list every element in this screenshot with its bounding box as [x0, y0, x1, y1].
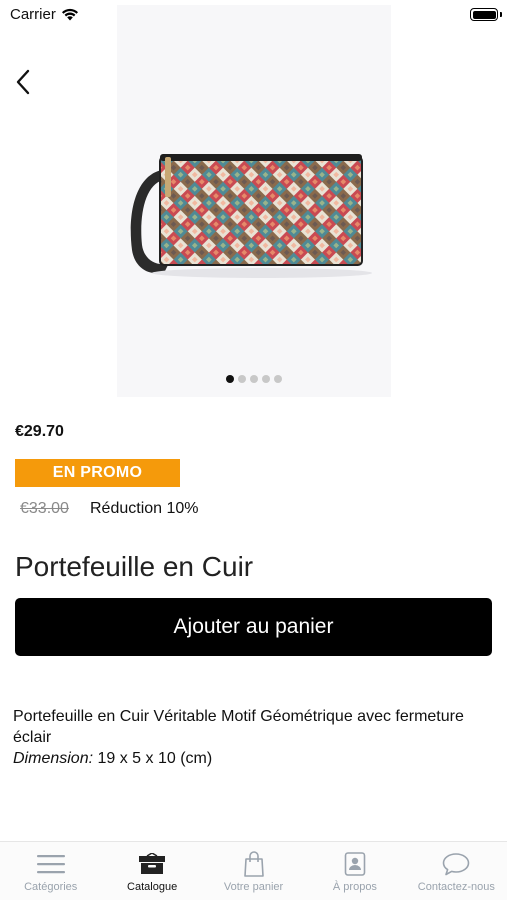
tab-about[interactable]: À propos [304, 842, 405, 900]
pager-dot[interactable] [237, 375, 246, 383]
discount-label: Réduction 10% [90, 500, 199, 517]
tab-contact[interactable]: Contactez-nous [406, 842, 507, 900]
pager-dot[interactable] [273, 375, 282, 383]
tab-cart[interactable]: Votre panier [203, 842, 304, 900]
pager-dot[interactable] [261, 375, 270, 383]
battery-tip [500, 12, 502, 17]
dimension-label: Dimension: [13, 750, 94, 767]
battery-icon [470, 8, 498, 21]
product-image[interactable] [117, 5, 391, 397]
tab-label: Catégories [24, 881, 78, 893]
tab-label: Catalogue [127, 881, 178, 893]
add-to-cart-button[interactable]: Ajouter au panier [15, 598, 492, 656]
tab-label: Votre panier [223, 881, 284, 893]
tab-categories[interactable]: Catégories [0, 842, 101, 900]
dimension-value: 19 x 5 x 10 (cm) [97, 750, 213, 767]
pager-dot[interactable] [225, 375, 234, 383]
menu-icon [36, 855, 65, 874]
shopping-bag-icon [243, 851, 264, 877]
wallet-photo [130, 154, 372, 278]
tab-catalogue[interactable]: Catalogue [101, 842, 202, 900]
old-price: €33.00 [20, 500, 69, 517]
back-button[interactable] [6, 65, 40, 99]
tab-label: À propos [332, 881, 377, 893]
promo-badge: EN PROMO [15, 459, 180, 487]
tab-bar: Catégories Catalogue Votre panier À prop… [0, 841, 507, 900]
chat-bubble-icon [443, 853, 470, 876]
dimension-row: Dimension: 19 x 5 x 10 (cm) [13, 748, 483, 769]
catalog-box-icon [139, 853, 166, 874]
product-description: Portefeuille en Cuir Véritable Motif Géo… [13, 706, 483, 769]
pager-dot[interactable] [249, 375, 258, 383]
image-pager[interactable] [0, 375, 507, 383]
chevron-left-icon [16, 69, 30, 95]
about-contact-icon [344, 852, 366, 876]
tab-label: Contactez-nous [417, 881, 495, 893]
description-text: Portefeuille en Cuir Véritable Motif Géo… [13, 708, 464, 746]
product-title: Portefeuille en Cuir [15, 551, 254, 582]
product-price: €29.70 [15, 423, 64, 440]
